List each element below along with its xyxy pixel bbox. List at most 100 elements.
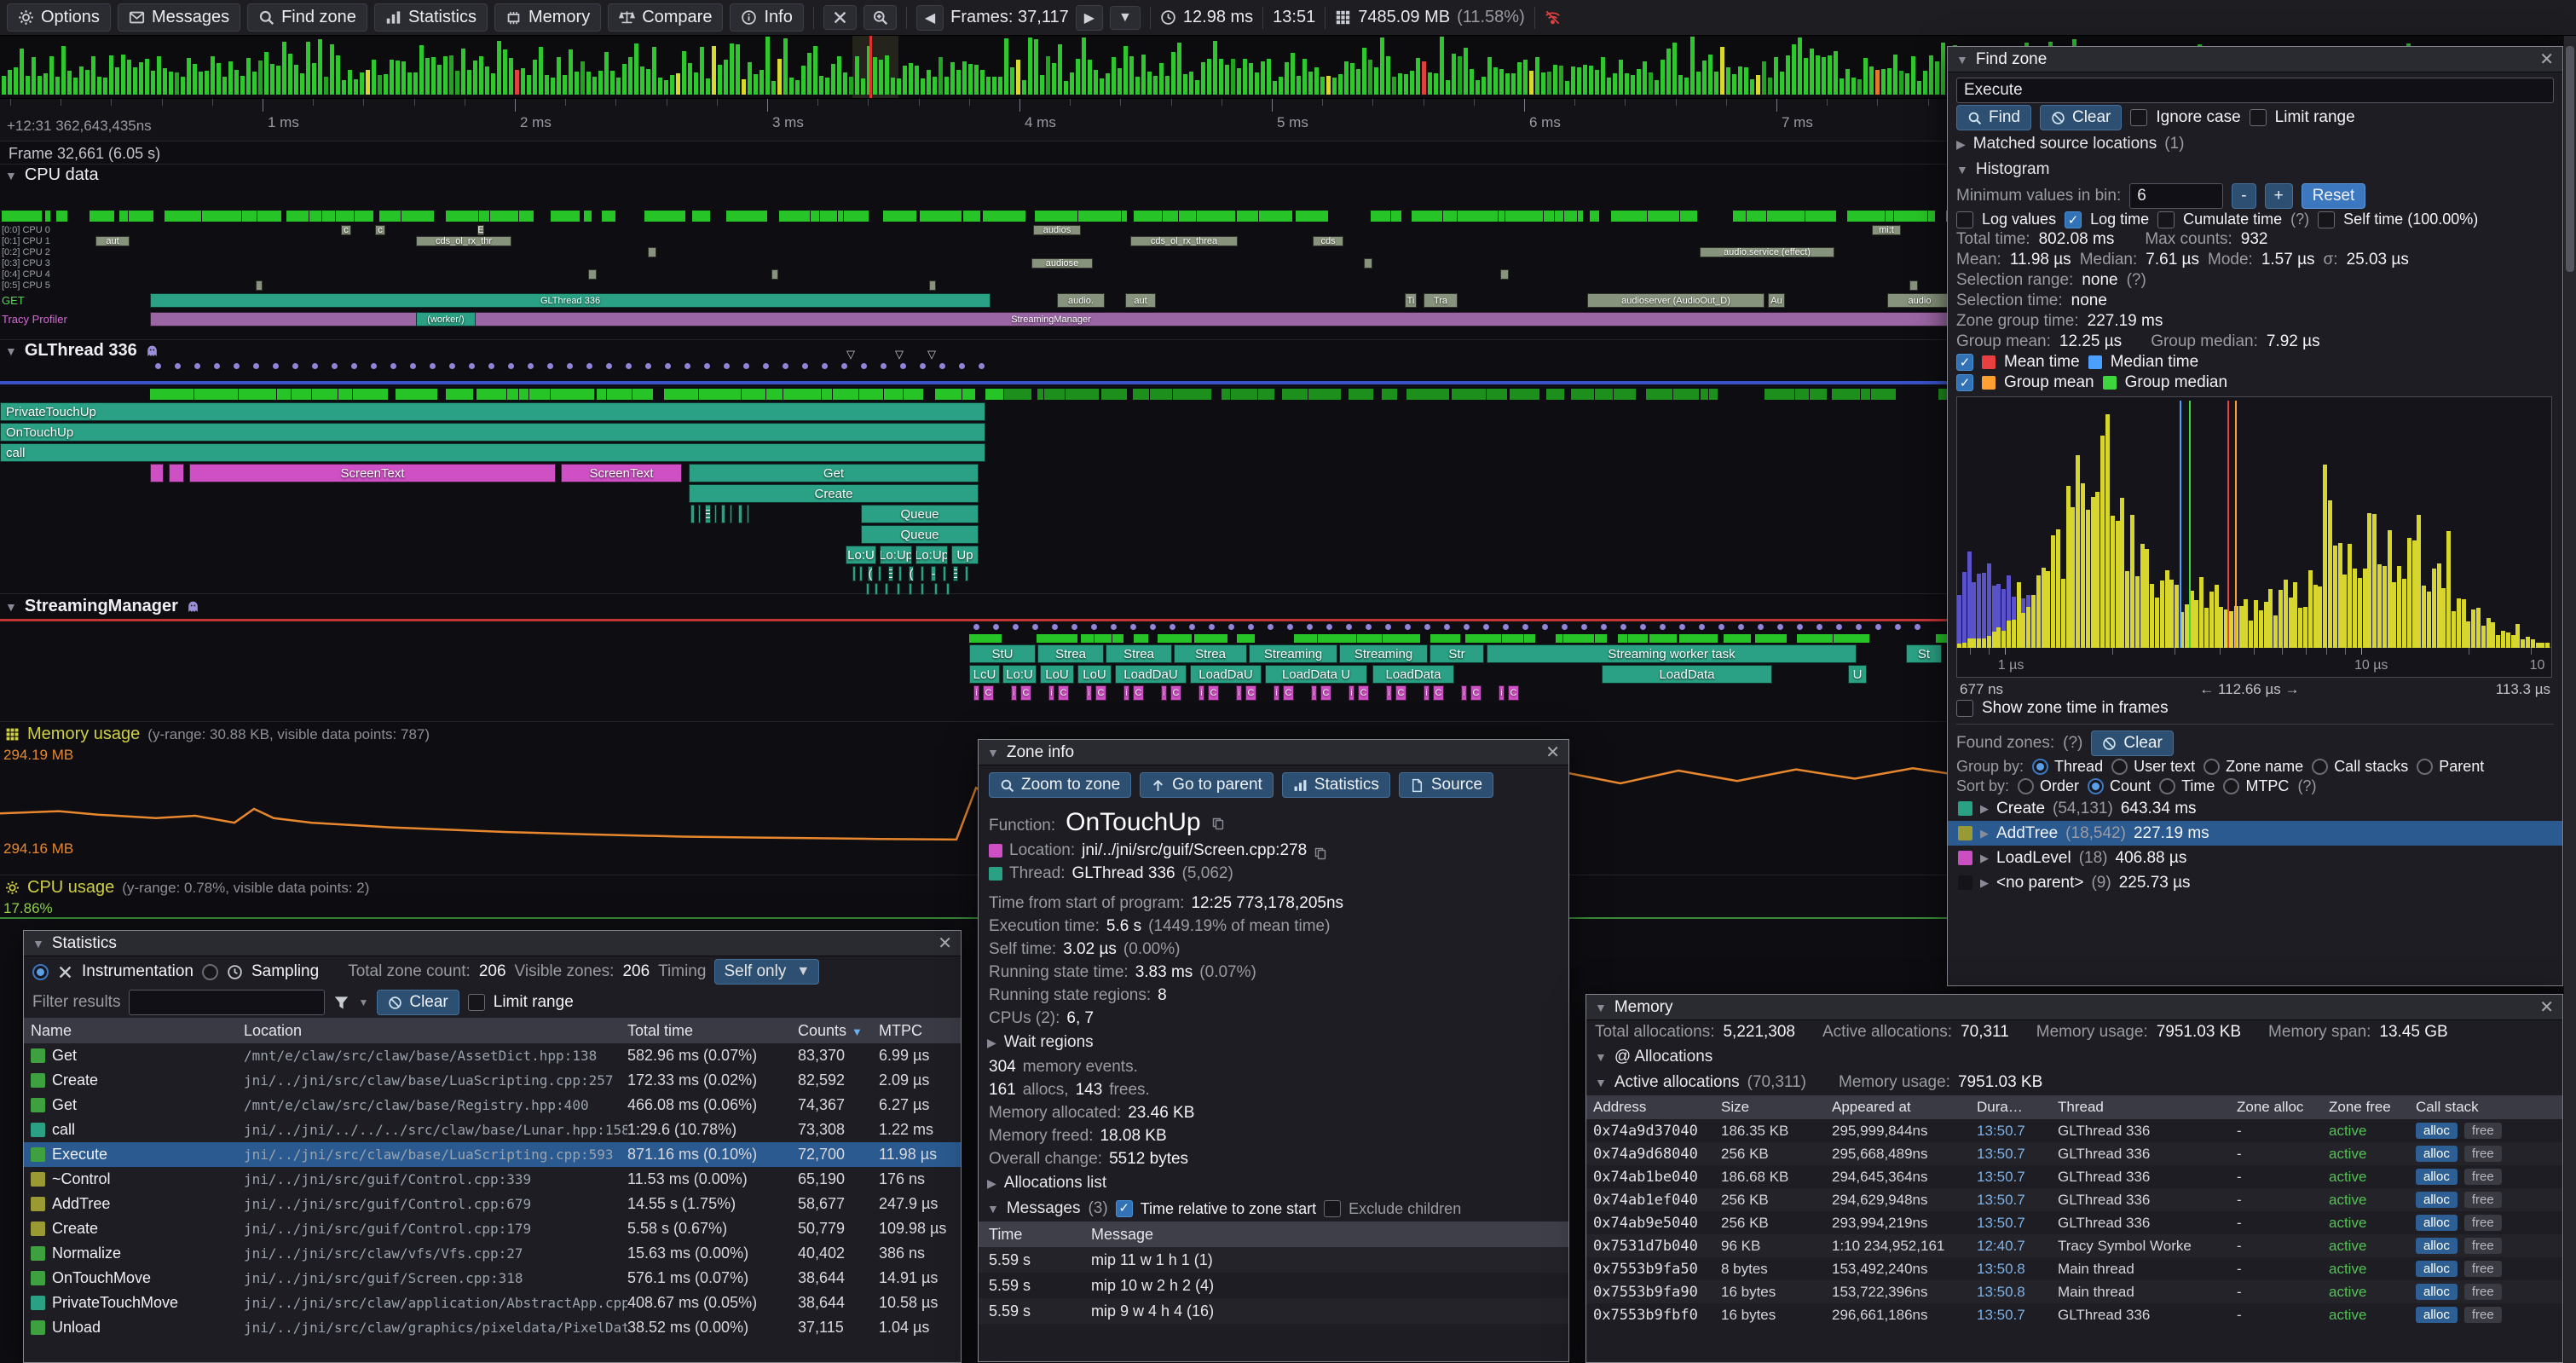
frame-bar[interactable] [1816, 55, 1820, 95]
frame-bar[interactable] [1941, 43, 1945, 95]
frame-bar[interactable] [73, 78, 78, 95]
frame-bar[interactable] [85, 70, 90, 95]
frame-bar[interactable] [187, 58, 191, 95]
frame-bar[interactable] [1279, 77, 1283, 95]
location-value[interactable]: jni/../jni/src/guif/Screen.cpp:278 [1082, 839, 1307, 862]
message-dot[interactable] [155, 363, 161, 369]
timeline-zone[interactable] [690, 505, 695, 523]
message-dot[interactable] [469, 363, 475, 369]
frame-bar[interactable] [604, 52, 609, 95]
frame-bar[interactable] [246, 58, 251, 95]
table-row[interactable]: 0x74ab9e5040256 KB293,994,219ns13:50.7GL… [1586, 1211, 2562, 1234]
frame-bar[interactable] [222, 77, 227, 95]
frame-bar[interactable] [950, 62, 955, 95]
message-dot[interactable] [1640, 624, 1646, 630]
frame-bar[interactable] [1314, 67, 1319, 95]
frame-bar[interactable] [563, 75, 567, 95]
free-callstack-button[interactable]: free [2464, 1284, 2502, 1300]
frame-bar[interactable] [1672, 43, 1677, 95]
table-row[interactable]: AddTreejni/../jni/src/guif/Control.cpp:6… [24, 1192, 961, 1216]
column-header-call-stack[interactable]: Call stack [2416, 1099, 2562, 1116]
frame-bar[interactable] [592, 77, 597, 95]
frame-bar[interactable] [879, 60, 883, 95]
memory-button[interactable]: Memory [494, 3, 601, 32]
frame-bar[interactable] [330, 44, 334, 95]
message-marker[interactable]: ▽ [895, 348, 904, 361]
frame-bar[interactable] [646, 69, 650, 95]
frame-bar[interactable] [479, 56, 483, 95]
frame-bar[interactable] [921, 78, 925, 95]
frame-bar[interactable] [491, 73, 495, 95]
find-zone-button[interactable]: Find zone [247, 3, 367, 32]
frame-bar[interactable] [980, 70, 985, 95]
frame-bar[interactable] [1034, 39, 1038, 95]
frame-bar[interactable] [622, 64, 627, 95]
frame-bar[interactable] [1553, 65, 1557, 95]
timeline-zone[interactable]: C [1245, 685, 1256, 701]
sort-by-order[interactable]: Order [2018, 777, 2079, 795]
timeline-zone[interactable] [588, 269, 597, 280]
timeline-zone[interactable]: Lo:U [846, 546, 876, 564]
message-dot[interactable] [1326, 624, 1332, 630]
limit-range-checkbox[interactable]: ✓ [468, 994, 485, 1011]
frame-bar[interactable] [1398, 73, 1402, 95]
timeline-zone[interactable] [150, 464, 164, 482]
timeline-zone[interactable] [852, 566, 856, 581]
message-dot[interactable] [1170, 624, 1175, 630]
frame-bar[interactable] [1511, 73, 1516, 95]
table-row[interactable]: Get/mnt/e/claw/src/claw/base/AssetDict.h… [24, 1043, 961, 1068]
message-dot[interactable] [1856, 624, 1862, 630]
log-values-checkbox[interactable]: ✓ [1956, 211, 1973, 228]
frame-bar[interactable] [813, 46, 817, 95]
timeline-zone[interactable]: i [1424, 685, 1430, 701]
frame-bar[interactable] [962, 61, 967, 95]
copy-icon[interactable] [1211, 817, 1225, 830]
frame-bar[interactable] [1255, 72, 1259, 95]
instrumentation-radio[interactable] [32, 964, 49, 980]
frame-bar[interactable] [664, 80, 668, 95]
find-zone-histogram[interactable]: 1 µs10 µs10 [1956, 396, 2552, 678]
free-callstack-button[interactable]: free [2464, 1146, 2502, 1162]
frame-bar[interactable] [789, 78, 794, 95]
copy-icon[interactable] [1314, 844, 1327, 858]
frame-bar[interactable] [1481, 77, 1486, 95]
alloc-callstack-button[interactable]: alloc [2416, 1169, 2458, 1185]
frame-bar[interactable] [1452, 54, 1456, 95]
frame-bar[interactable] [1601, 57, 1605, 95]
frame-bar[interactable] [390, 60, 394, 95]
message-dot[interactable] [665, 363, 671, 369]
frame-bar[interactable] [1458, 56, 1462, 95]
frame-bar[interactable] [1678, 75, 1683, 95]
message-dot[interactable] [822, 363, 828, 369]
frame-bar[interactable] [700, 47, 704, 95]
frame-bar[interactable] [1696, 72, 1701, 95]
frame-bar[interactable] [20, 49, 24, 95]
frame-bar[interactable] [109, 55, 113, 95]
frame-bar[interactable] [145, 59, 149, 95]
frame-bar[interactable] [1845, 69, 1850, 95]
frame-bar[interactable] [169, 72, 173, 95]
timeline-zone[interactable]: LoadDaU [1190, 665, 1262, 684]
frame-bar[interactable] [1261, 61, 1265, 95]
frame-bar[interactable] [688, 63, 692, 95]
frame-bar[interactable] [1792, 44, 1796, 95]
frame-bar[interactable] [992, 77, 996, 95]
frame-bar[interactable] [1714, 72, 1718, 95]
frame-bar[interactable] [849, 77, 853, 95]
timeline-zone[interactable]: (worker/) [416, 312, 476, 326]
allocations-tab-expander[interactable]: ▼@ Allocations [1586, 1044, 2562, 1070]
section-header[interactable]: Memory usage(y-range: 30.88 KB, visible … [5, 725, 430, 744]
frame-bar[interactable] [598, 71, 603, 95]
timeline-zone[interactable] [721, 505, 725, 523]
frame-bar[interactable] [939, 57, 943, 95]
frame-bar[interactable] [276, 66, 280, 95]
frame-bar[interactable] [401, 61, 406, 95]
timeline-zone[interactable]: C [1170, 685, 1181, 701]
frame-bar[interactable] [32, 57, 36, 95]
frame-bar[interactable] [1661, 60, 1665, 95]
frame-bar[interactable] [1595, 70, 1599, 95]
free-callstack-button[interactable]: free [2464, 1123, 2502, 1139]
frame-bar[interactable] [1869, 66, 1874, 95]
frame-bar[interactable] [455, 71, 459, 95]
show-zone-time-checkbox[interactable]: ✓ [1956, 700, 1973, 717]
